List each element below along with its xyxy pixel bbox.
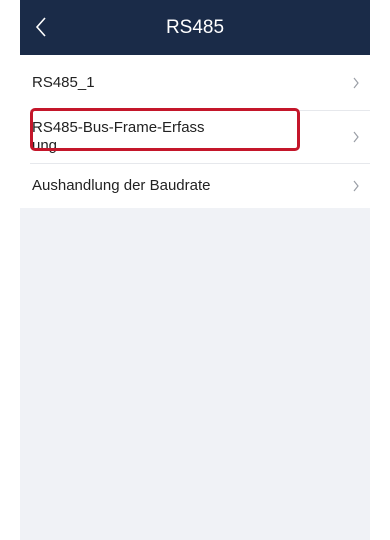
list-item-label: RS485-Bus-Frame-Erfassung [32, 118, 205, 154]
app-header: RS485 [20, 0, 370, 55]
phone-screen: RS485 RS485_1 RS485-Bus-Frame-Erfassung … [20, 0, 370, 540]
chevron-left-icon [35, 17, 46, 37]
list-item-label: Aushandlung der Baudrate [32, 176, 211, 194]
page-title: RS485 [165, 17, 225, 38]
list-item-bus-frame[interactable]: RS485-Bus-Frame-Erfassung [20, 110, 370, 163]
list-item-rs485-1[interactable]: RS485_1 [20, 55, 370, 110]
settings-list: RS485_1 RS485-Bus-Frame-Erfassung Aushan… [20, 55, 370, 208]
list-item-label: RS485_1 [32, 73, 95, 91]
chevron-right-icon [350, 180, 362, 192]
chevron-right-icon [350, 77, 362, 89]
back-button[interactable] [26, 12, 56, 42]
chevron-right-icon [350, 131, 362, 143]
list-item-baudrate[interactable]: Aushandlung der Baudrate [20, 163, 370, 208]
